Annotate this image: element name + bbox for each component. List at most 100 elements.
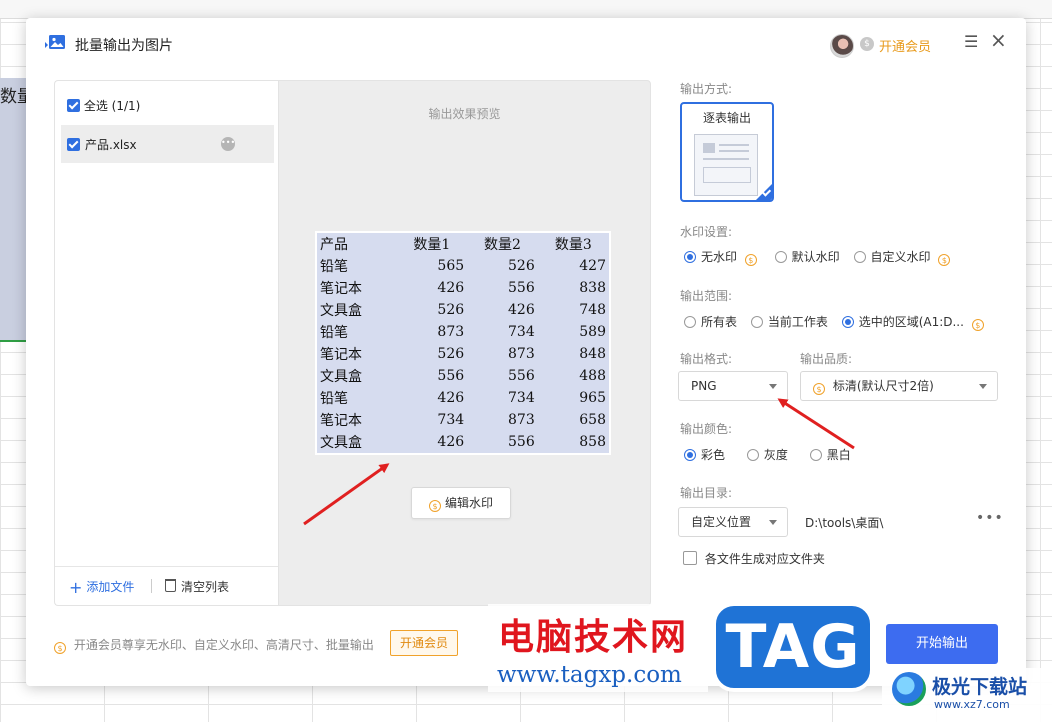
menu-icon[interactable]: ☰ <box>964 32 978 51</box>
vip-coin-icon: $ <box>860 37 874 51</box>
chevron-down-icon <box>769 520 777 525</box>
preview-cell: 838 <box>579 280 606 296</box>
site-watermark-url: www.tagxp.com <box>497 662 682 688</box>
edit-watermark-button[interactable]: $ 编辑水印 <box>411 487 511 519</box>
checkbox-checked-icon <box>67 99 80 112</box>
preview-cell: 658 <box>579 412 606 428</box>
preview-cell: 文具盒 <box>320 303 362 319</box>
preview-cell: 文具盒 <box>320 435 362 451</box>
radio-black-white[interactable]: 黑白 <box>809 446 851 463</box>
vip-coin-icon: $ <box>428 500 441 512</box>
radio-grayscale[interactable]: 灰度 <box>746 446 788 463</box>
image-export-icon <box>45 35 65 49</box>
preview-cell: 873 <box>508 412 535 428</box>
user-avatar[interactable] <box>830 34 854 58</box>
preview-header-cell: 数量2 <box>483 237 521 253</box>
radio-default-watermark[interactable]: 默认水印 <box>774 248 840 265</box>
close-icon[interactable]: × <box>990 30 1007 50</box>
export-images-dialog: 批量输出为图片 $ 开通会员 ☰ × 全选 (1/1) 产品.xlsx ••• … <box>26 18 1026 686</box>
file-list-footer: + 添加文件 清空列表 <box>55 566 279 605</box>
preview-cell: 556 <box>508 368 535 384</box>
preview-cell: 488 <box>579 368 606 384</box>
chevron-down-icon <box>769 384 777 389</box>
subfolder-checkbox[interactable]: 各文件生成对应文件夹 <box>683 550 825 567</box>
radio-no-watermark[interactable]: 无水印 $ <box>684 248 761 266</box>
radio-color[interactable]: 彩色 <box>684 446 725 463</box>
site-watermark-url-2: www.xz7.com <box>934 698 1010 711</box>
quality-label: 输出品质: <box>800 352 853 366</box>
document-icon <box>694 134 758 196</box>
select-all-checkbox[interactable]: 全选 (1/1) <box>67 97 140 114</box>
preview-cell: 铅笔 <box>320 391 348 407</box>
format-select[interactable]: PNG <box>678 371 788 401</box>
select-all-label: 全选 (1/1) <box>83 99 141 113</box>
radio-selected-icon <box>841 316 854 328</box>
spreadsheet-selected-cell <box>0 78 26 342</box>
vip-coin-icon: $ <box>54 642 66 654</box>
preview-cell: 426 <box>508 302 535 318</box>
preview-cell: 734 <box>437 412 465 428</box>
edit-watermark-label: 编辑水印 <box>444 496 493 510</box>
plus-icon: + <box>69 578 83 597</box>
radio-selected-icon <box>684 449 696 461</box>
radio-icon <box>809 449 822 461</box>
dir-mode-select[interactable]: 自定义位置 <box>678 507 788 537</box>
preview-cell: 873 <box>437 324 465 340</box>
preview-table-row: 笔记本 426 556 838 <box>316 277 610 299</box>
divider <box>151 579 152 593</box>
preview-panel: 输出效果预览 产品 数量1 数量2 数量3 铅笔 565 526 427 笔记本 426 556 8… <box>278 80 651 606</box>
browse-folder-icon[interactable]: ••• <box>976 510 1004 526</box>
preview-cell: 556 <box>508 280 535 296</box>
checkbox-checked-icon[interactable] <box>67 138 80 151</box>
dir-label: 输出目录: <box>680 486 733 500</box>
format-value: PNG <box>691 379 717 393</box>
preview-cell: 铅笔 <box>320 259 348 275</box>
watermark-label: 水印设置: <box>680 225 733 239</box>
vip-coin-icon: $ <box>744 254 757 266</box>
preview-cell: 铅笔 <box>320 325 348 341</box>
vip-promo-text: 开通会员尊享无水印、自定义水印、高清尺寸、批量输出 <box>73 638 374 652</box>
color-radio-group: 彩色 灰度 黑白 <box>684 446 861 463</box>
more-options-icon[interactable]: ••• <box>221 137 235 151</box>
preview-cell: 426 <box>437 390 465 406</box>
preview-table-row: 笔记本 734 873 658 <box>316 409 610 431</box>
file-list-panel: 全选 (1/1) 产品.xlsx ••• + 添加文件 清空列表 <box>54 80 279 606</box>
trash-icon <box>165 579 176 592</box>
radio-selected-icon <box>684 251 696 263</box>
preview-cell: 426 <box>437 280 465 296</box>
preview-cell: 526 <box>437 346 465 362</box>
clear-list-label: 清空列表 <box>181 580 230 594</box>
preview-table-header: 产品 数量1 数量2 数量3 <box>316 232 610 255</box>
vip-coin-icon: $ <box>813 383 825 395</box>
radio-current-sheet[interactable]: 当前工作表 <box>750 313 828 330</box>
range-label: 输出范围: <box>680 289 733 303</box>
clear-list-button[interactable]: 清空列表 <box>165 578 229 595</box>
radio-custom-watermark[interactable]: 自定义水印 $ <box>853 248 955 266</box>
preview-cell: 笔记本 <box>320 413 362 429</box>
watermark-radio-group: 无水印 $ 默认水印 自定义水印 $ <box>684 248 964 266</box>
preview-cell: 556 <box>437 368 465 384</box>
preview-header-cell: 产品 <box>320 237 348 253</box>
preview-cell: 556 <box>508 434 535 450</box>
quality-value: 标清(默认尺寸2倍) <box>832 379 934 393</box>
file-list-item[interactable]: 产品.xlsx ••• <box>61 125 274 163</box>
open-vip-button[interactable]: 开通会员 <box>390 630 458 656</box>
radio-icon <box>774 251 787 263</box>
preview-cell: 858 <box>579 434 606 450</box>
start-export-button[interactable]: 开始输出 <box>886 624 998 664</box>
preview-cell: 873 <box>508 346 535 362</box>
preview-cell: 526 <box>508 258 535 274</box>
preview-cell: 565 <box>437 258 465 274</box>
output-mode-per-sheet-card[interactable]: 逐表输出 <box>680 102 774 202</box>
radio-all-sheets[interactable]: 所有表 <box>684 313 737 330</box>
subfolder-label: 各文件生成对应文件夹 <box>704 552 825 566</box>
radio-selected-range[interactable]: 选中的区域(A1:D... <box>841 313 964 330</box>
preview-table-row: 铅笔 873 734 589 <box>316 321 610 343</box>
preview-cell: 427 <box>579 258 606 274</box>
quality-select[interactable]: $ 标清(默认尺寸2倍) <box>800 371 998 401</box>
vip-coin-icon: $ <box>971 319 984 331</box>
add-file-button[interactable]: + 添加文件 <box>69 578 134 597</box>
dir-mode-value: 自定义位置 <box>691 515 752 529</box>
preview-header-cell: 数量3 <box>554 237 592 253</box>
open-vip-link[interactable]: 开通会员 <box>879 36 931 55</box>
